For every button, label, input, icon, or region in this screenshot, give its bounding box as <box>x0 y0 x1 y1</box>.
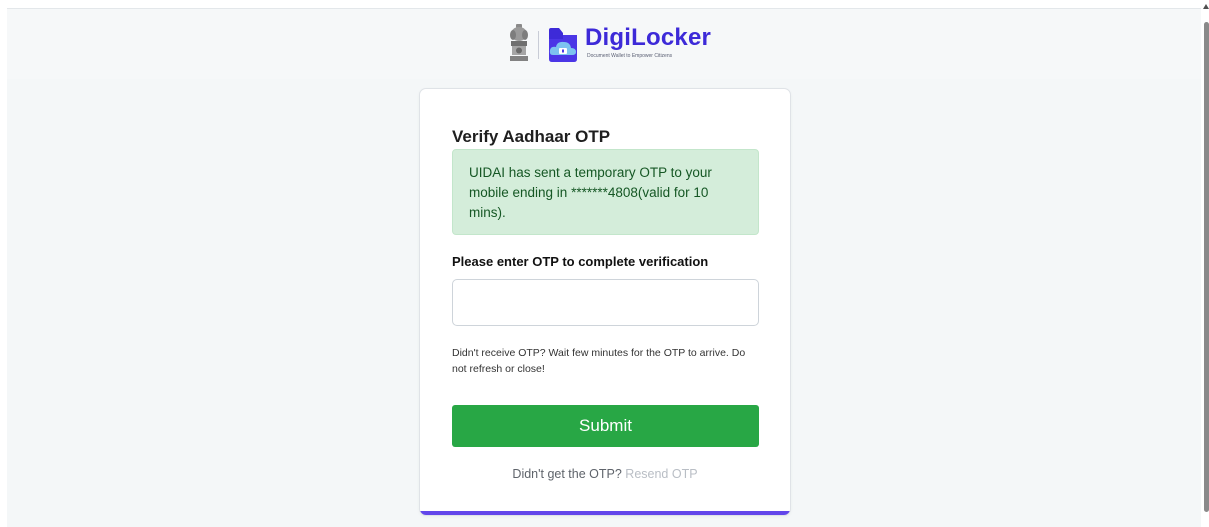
scroll-up-arrow-icon[interactable] <box>1203 4 1209 9</box>
logo-divider <box>538 31 539 59</box>
scrollbar-thumb[interactable] <box>1204 22 1209 512</box>
otp-sent-alert: UIDAI has sent a temporary OTP to your m… <box>452 149 759 235</box>
otp-help-text: Didn't receive OTP? Wait few minutes for… <box>452 347 746 375</box>
site-header: DigiLocker Document Wallet to Empower Ci… <box>7 9 1201 79</box>
logo-tagline: Document Wallet to Empower Citizens <box>587 53 673 59</box>
card-accent-bar <box>420 511 790 515</box>
digilocker-logo-icon[interactable] <box>543 25 583 65</box>
logo-title[interactable]: DigiLocker <box>585 24 711 52</box>
submit-button[interactable]: Submit <box>452 405 759 447</box>
otp-input[interactable] <box>452 279 759 326</box>
resend-row: Didn't get the OTP? Resend OTP <box>420 467 790 481</box>
resend-prompt: Didn't get the OTP? <box>512 467 622 481</box>
page-title: Verify Aadhaar OTP <box>452 127 611 146</box>
otp-field-label: Please enter OTP to complete verificatio… <box>452 254 709 269</box>
page-viewport: DigiLocker Document Wallet to Empower Ci… <box>7 8 1201 527</box>
national-emblem-icon <box>510 24 528 61</box>
page-scrollbar[interactable] <box>1202 0 1209 526</box>
otp-verification-card: Verify Aadhaar OTP UIDAI has sent a temp… <box>419 88 791 516</box>
resend-otp-link[interactable]: Resend OTP <box>625 467 697 481</box>
